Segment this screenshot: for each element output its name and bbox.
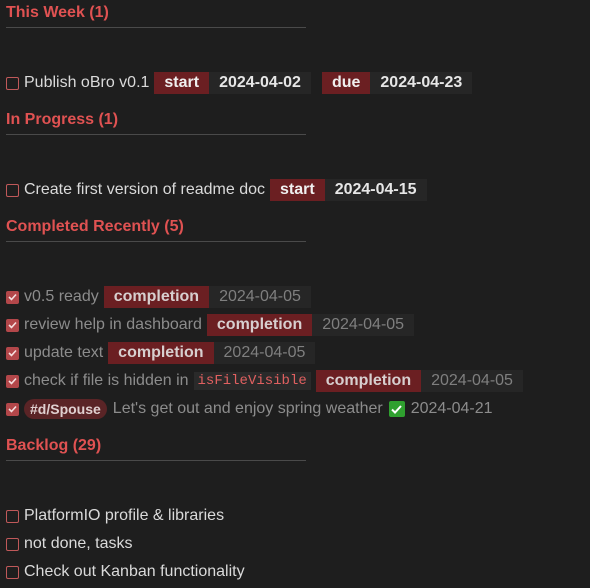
task-text: check if file is hidden in [24,372,189,389]
task-text: v0.5 ready [24,288,99,305]
task-checkbox-checked[interactable] [6,290,19,304]
task-text: review help in dashboard [24,316,202,333]
task-checkbox[interactable] [6,76,19,90]
section-heading-backlog: Backlog (29) [6,437,306,461]
completion-label: completion [315,370,422,392]
task-text: not done, tasks [24,535,133,552]
task-text: update text [24,344,104,361]
task-tag[interactable]: #d/Spouse [24,399,107,419]
task-row: review help in dashboard completion 2024… [6,314,415,336]
start-date: 2024-04-15 [324,179,427,201]
start-label: start [154,72,210,94]
task-text: Publish oBro v0.1 [24,74,150,91]
completion-date: 2024-04-05 [209,286,311,308]
section-heading-in-progress: In Progress (1) [6,111,306,135]
completion-label: completion [103,286,210,308]
task-checkbox[interactable] [6,565,19,579]
start-label: start [270,179,325,201]
section-heading-completed: Completed Recently (5) [6,218,306,242]
task-text: Check out Kanban functionality [24,563,245,580]
task-row: not done, tasks [6,533,133,555]
completion-date: 2024-04-05 [312,314,415,336]
done-date: 2024-04-21 [410,400,493,417]
completion-date: 2024-04-05 [213,342,316,364]
completion-date: 2024-04-05 [421,370,523,392]
task-row: v0.5 ready completion 2024-04-05 [6,286,311,308]
green-check-icon [388,401,405,417]
task-row: PlatformIO profile & libraries [6,505,224,527]
task-checkbox[interactable] [6,537,19,551]
task-checkbox-checked[interactable] [6,374,19,388]
task-row: Publish oBro v0.1 start 2024-04-02 due 2… [6,72,473,94]
section-heading-this-week: This Week (1) [6,4,306,28]
task-row: update text completion 2024-04-05 [6,342,316,364]
task-row: Create first version of readme doc start… [6,179,427,201]
task-row: Check out Kanban functionality [6,561,245,583]
due-date: 2024-04-23 [370,72,473,94]
completion-label: completion [108,342,214,364]
task-text: PlatformIO profile & libraries [24,507,225,524]
start-date: 2024-04-02 [209,72,311,94]
inline-code: isFileVisible [193,372,311,390]
task-checkbox[interactable] [6,509,19,523]
task-checkbox-checked[interactable] [6,346,19,360]
task-checkbox[interactable] [6,183,19,197]
task-checkbox-checked[interactable] [6,402,19,416]
task-text: Create first version of readme doc [24,181,265,198]
task-text: Let's get out and enjoy spring weather [112,400,383,417]
due-label: due [321,72,371,94]
task-row: #d/Spouse Let's get out and enjoy spring… [6,398,493,420]
completion-label: completion [206,314,313,336]
task-row: check if file is hidden in isFileVisible… [6,370,523,392]
task-checkbox-checked[interactable] [6,318,19,332]
